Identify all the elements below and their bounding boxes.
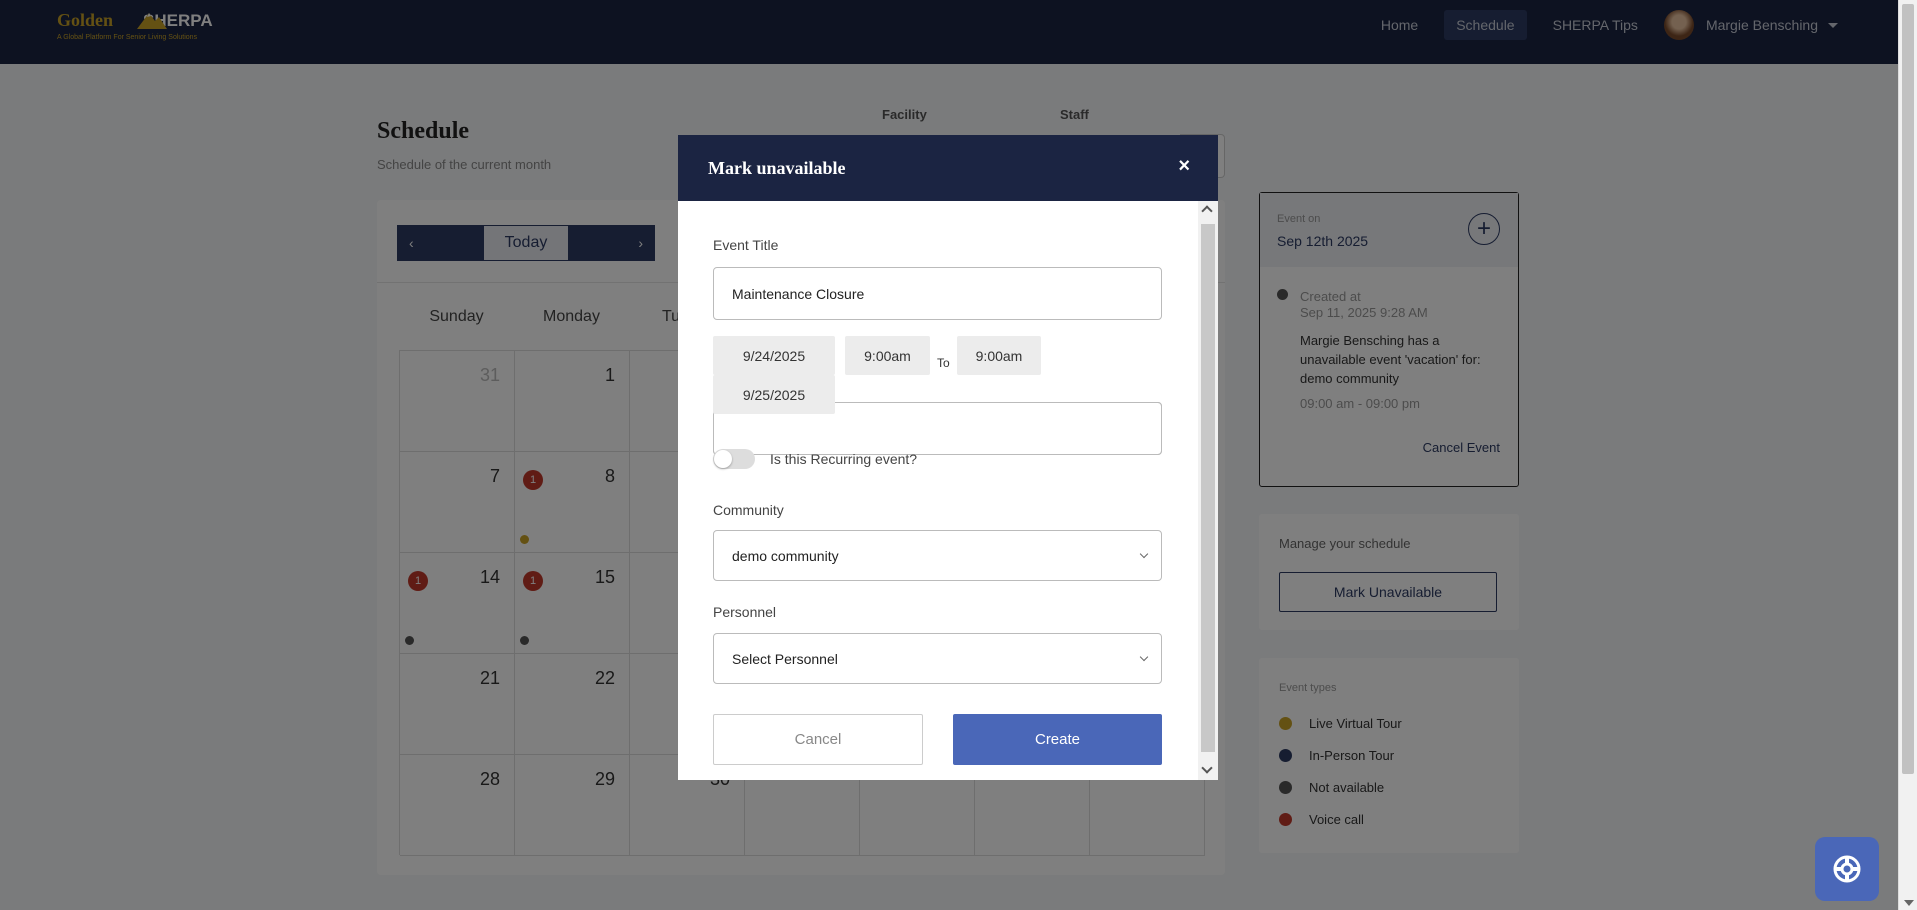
modal-header: Mark unavailable × xyxy=(678,135,1218,201)
end-date-field[interactable]: 9/25/2025 xyxy=(713,375,835,414)
cancel-button[interactable]: Cancel xyxy=(713,714,923,765)
start-time-field[interactable]: 9:00am xyxy=(845,336,930,375)
scroll-down-icon[interactable] xyxy=(1201,762,1213,774)
recurring-toggle[interactable] xyxy=(713,449,755,469)
scrollbar-thumb[interactable] xyxy=(1902,4,1914,774)
event-title-label: Event Title xyxy=(713,237,779,253)
create-button[interactable]: Create xyxy=(953,714,1162,765)
page-scrollbar[interactable] xyxy=(1898,0,1917,910)
lifebuoy-icon xyxy=(1833,855,1861,883)
chevron-down-icon xyxy=(1139,549,1149,559)
modal-body: Event Title Maintenance Closure 9/24/202… xyxy=(678,201,1218,780)
scroll-down-icon[interactable] xyxy=(1904,900,1914,906)
to-label: To xyxy=(937,356,950,370)
recurring-label: Is this Recurring event? xyxy=(770,451,918,467)
community-value: demo community xyxy=(732,547,839,564)
mark-unavailable-modal: Mark unavailable × Event Title Maintenan… xyxy=(678,135,1218,780)
chevron-down-icon xyxy=(1139,652,1149,662)
toggle-knob xyxy=(714,450,732,468)
modal-scrollbar[interactable] xyxy=(1198,201,1218,780)
community-select[interactable]: demo community xyxy=(713,530,1162,581)
scroll-up-icon[interactable] xyxy=(1201,205,1213,217)
event-title-input[interactable]: Maintenance Closure xyxy=(713,267,1162,320)
close-icon[interactable]: × xyxy=(1178,155,1190,178)
modal-title: Mark unavailable xyxy=(708,158,846,178)
personnel-select[interactable]: Select Personnel xyxy=(713,633,1162,684)
personnel-value: Select Personnel xyxy=(732,650,838,667)
start-date-field[interactable]: 9/24/2025 xyxy=(713,336,835,375)
help-button[interactable] xyxy=(1815,837,1879,901)
modal-scrollbar-thumb[interactable] xyxy=(1201,224,1215,752)
community-label: Community xyxy=(713,502,784,518)
end-time-field[interactable]: 9:00am xyxy=(957,336,1041,375)
personnel-label: Personnel xyxy=(713,604,777,620)
